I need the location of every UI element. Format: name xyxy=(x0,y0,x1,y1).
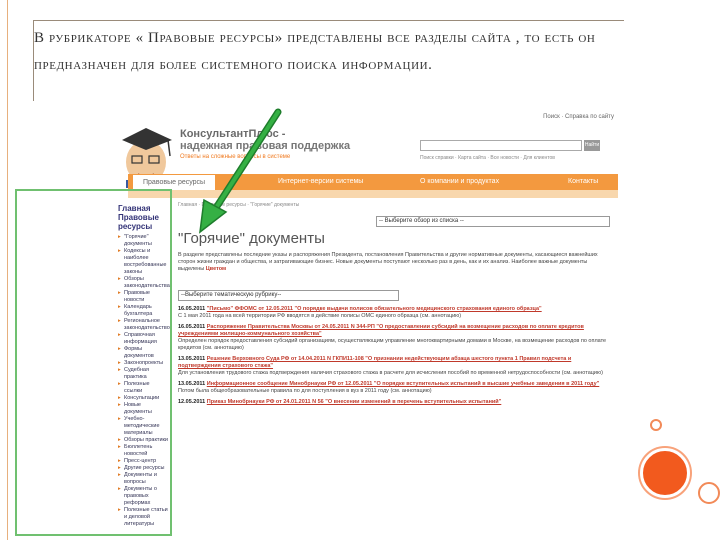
news-link[interactable]: Решение Верховного Суда РФ от 14.04.2011… xyxy=(178,356,571,369)
news-text: С 1 мая 2011 года на всей территории РФ … xyxy=(178,313,462,319)
news-text: Потом была общеобразовательные правила п… xyxy=(178,388,432,394)
news-link[interactable]: Информационное сообщение Минобрнауки РФ … xyxy=(207,381,600,387)
news-list: 16.05.2011 "Письмо" ФФОМС от 12.05.2011 … xyxy=(178,306,608,410)
tab-contacts[interactable]: Контакты xyxy=(568,174,598,190)
list-item: 16.05.2011 Распоряжение Правительства Мо… xyxy=(178,324,608,352)
site-brand[interactable]: КонсультантПлюс - надежная правовая подд… xyxy=(180,128,350,152)
tab-about-company[interactable]: О компании и продуктах xyxy=(420,174,499,190)
intro-body: В разделе представлены последние указы и… xyxy=(178,252,598,272)
website-screenshot: Поиск · Справка по сайту КонсультантПлюс… xyxy=(118,110,618,540)
main-nav: Правовые ресурсы Интернет-версии системы… xyxy=(128,174,618,191)
sub-nav-bar xyxy=(128,190,618,198)
list-item: 13.05.2011 Информационное сообщение Мино… xyxy=(178,381,608,395)
news-link[interactable]: Распоряжение Правительства Москвы от 24.… xyxy=(178,324,584,337)
theme-select[interactable]: --Выберите тематическую рубрику-- xyxy=(178,290,399,301)
decor-ring-circle xyxy=(698,482,720,504)
list-item: 16.05.2011 "Письмо" ФФОМС от 12.05.2011 … xyxy=(178,306,608,320)
slide-left-rule xyxy=(7,0,8,540)
list-item: 13.05.2011 Решение Верховного Суда РФ от… xyxy=(178,356,608,377)
top-links[interactable]: Поиск · Справка по сайту xyxy=(543,114,614,120)
brand-line-1: КонсультантПлюс - xyxy=(180,128,286,140)
search-links[interactable]: Поиск справки · Карта сайта · Все новост… xyxy=(420,155,555,161)
review-select[interactable]: -- Выберите обзор из списка -- xyxy=(376,216,610,227)
tab-internet-versions[interactable]: Интернет-версии системы xyxy=(278,174,363,190)
sidebar-highlight-frame xyxy=(15,189,172,536)
page-title: "Горячие" документы xyxy=(178,230,325,247)
decor-orange-circle xyxy=(640,448,690,498)
news-text: Определен порядок предоставления субсиди… xyxy=(178,338,607,351)
list-item: 12.05.2011 Приказ Минобрнауки РФ от 24.0… xyxy=(178,399,608,406)
news-date: 13.05.2011 xyxy=(178,356,206,362)
news-date: 12.05.2011 xyxy=(178,399,206,405)
news-link[interactable]: "Письмо" ФФОМС от 12.05.2011 "О порядке … xyxy=(207,306,542,312)
intro-text: В разделе представлены последние указы и… xyxy=(178,252,606,273)
brand-subtitle: Ответы на сложные вопросы в системе xyxy=(180,154,291,160)
slide-caption-box: В рубрикаторе « Правовые ресурсы» предст… xyxy=(33,20,624,101)
news-text: Для установления трудового стажа подтвер… xyxy=(178,370,603,376)
brand-line-2: надежная правовая поддержка xyxy=(180,140,351,152)
slide-caption: В рубрикаторе « Правовые ресурсы» предст… xyxy=(34,30,596,73)
search-button[interactable]: Найти xyxy=(584,140,600,151)
search-input[interactable] xyxy=(420,140,582,151)
breadcrumb[interactable]: Главная · Правовые ресурсы · "Горячие" д… xyxy=(178,202,299,208)
news-date: 13.05.2011 xyxy=(178,381,206,387)
intro-highlight: Цветом xyxy=(205,266,227,272)
news-link[interactable]: Приказ Минобрнауки РФ от 24.01.2011 N 56… xyxy=(207,399,502,405)
news-date: 16.05.2011 xyxy=(178,306,206,312)
decor-small-circle xyxy=(650,419,662,431)
news-date: 16.05.2011 xyxy=(178,324,206,330)
